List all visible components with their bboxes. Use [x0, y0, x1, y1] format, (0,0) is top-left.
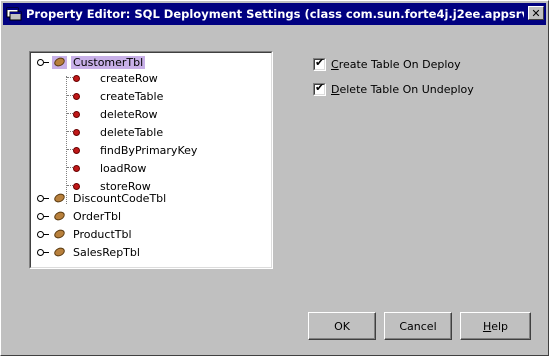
cancel-label: Cancel [399, 319, 437, 333]
tree-node-producttbl[interactable]: ProductTbl [37, 226, 132, 242]
method-icon [73, 164, 80, 172]
method-icon [73, 92, 80, 100]
create-table-checkbox[interactable]: ✔ [313, 56, 326, 71]
check-icon: ✔ [315, 56, 325, 69]
bean-icon [52, 55, 67, 69]
delete-table-checkbox[interactable]: ✔ [313, 81, 326, 96]
delete-table-label: Delete Table On Undeploy [331, 83, 474, 96]
window-title: Property Editor: SQL Deployment Settings… [26, 7, 524, 21]
tree-method-deleterow[interactable]: deleteRow [73, 106, 158, 122]
create-table-on-deploy-option[interactable]: ✔ Create Table On Deploy [313, 56, 461, 71]
property-editor-window: Property Editor: SQL Deployment Settings… [0, 0, 549, 356]
expand-handle-icon[interactable] [37, 193, 49, 204]
expand-handle-icon[interactable] [37, 211, 49, 222]
bean-icon [52, 191, 67, 205]
create-table-label: Create Table On Deploy [331, 58, 461, 71]
tree-node-label: OrderTbl [73, 209, 122, 223]
method-icon [73, 128, 80, 136]
close-icon: ✕ [531, 6, 541, 20]
method-icon [73, 110, 80, 118]
ok-label: OK [334, 319, 350, 333]
method-label: deleteRow [100, 107, 158, 121]
method-icon [73, 74, 80, 82]
method-icon [73, 146, 80, 154]
method-label: loadRow [100, 161, 147, 175]
help-label: Help [482, 319, 509, 333]
tree-node-salesreptbl[interactable]: SalesRepTbl [37, 244, 140, 260]
collapse-handle-icon[interactable] [37, 57, 49, 68]
tree-node-discountcodetbl[interactable]: DiscountCodeTbl [37, 190, 166, 206]
tree-method-findbyprimarykey[interactable]: findByPrimaryKey [73, 142, 197, 158]
tree-node-customertbl[interactable]: CustomerTbl [37, 54, 146, 70]
bean-icon [52, 227, 67, 241]
tree-method-createrow[interactable]: createRow [73, 70, 158, 86]
delete-table-on-undeploy-option[interactable]: ✔ Delete Table On Undeploy [313, 81, 474, 96]
check-icon: ✔ [315, 81, 325, 94]
cancel-button[interactable]: Cancel [384, 312, 452, 340]
bean-icon [52, 245, 67, 259]
table-tree[interactable]: CustomerTbl createRow createTable delete… [29, 51, 273, 269]
expand-handle-icon[interactable] [37, 247, 49, 258]
method-label: deleteTable [100, 125, 164, 139]
method-label: findByPrimaryKey [100, 143, 198, 157]
close-button[interactable]: ✕ [528, 6, 544, 20]
tree-node-label: SalesRepTbl [73, 245, 140, 259]
tree-node-label: ProductTbl [73, 227, 132, 241]
expand-handle-icon[interactable] [37, 229, 49, 240]
method-icon [73, 182, 80, 190]
ok-button[interactable]: OK [308, 312, 376, 340]
method-label: createRow [100, 71, 158, 85]
tree-node-label: CustomerTbl [71, 55, 146, 69]
tree-method-deletetable[interactable]: deleteTable [73, 124, 163, 140]
method-label: createTable [100, 89, 164, 103]
tree-method-loadrow[interactable]: loadRow [73, 160, 146, 176]
tree-node-ordertbl[interactable]: OrderTbl [37, 208, 121, 224]
tree-node-label: DiscountCodeTbl [73, 191, 167, 205]
bean-icon [52, 209, 67, 223]
title-bar[interactable]: Property Editor: SQL Deployment Settings… [3, 3, 546, 25]
help-button[interactable]: Help [460, 312, 531, 340]
tree-method-createtable[interactable]: createTable [73, 88, 163, 104]
window-icon [6, 7, 22, 21]
